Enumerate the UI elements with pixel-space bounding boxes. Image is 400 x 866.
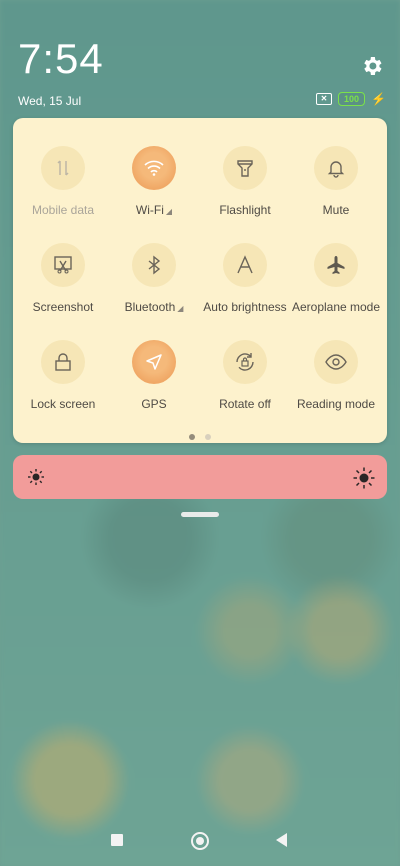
page-indicator xyxy=(189,434,211,440)
tile-label: Screenshot xyxy=(32,300,94,314)
settings-gear-icon[interactable] xyxy=(360,54,384,78)
battery-indicator: 100 xyxy=(338,92,366,106)
airplane-icon xyxy=(314,243,358,287)
tile-label: Rotate off xyxy=(219,397,271,411)
tile-label: Flashlight xyxy=(219,203,271,217)
drag-handle[interactable] xyxy=(181,512,219,517)
brightness-slider[interactable] xyxy=(13,455,387,499)
mobile-data-icon xyxy=(41,146,85,190)
tile-label: Aeroplane mode xyxy=(291,300,381,314)
auto-brightness-icon xyxy=(223,243,267,287)
status-indicators: ✕ 100 ⚡ xyxy=(316,92,386,106)
tile-mobile-data[interactable]: Mobile data xyxy=(17,146,109,217)
expand-triangle-icon: ◢ xyxy=(177,304,184,313)
screenshot-icon xyxy=(41,243,85,287)
tile-label: Reading mode xyxy=(296,397,376,411)
page-dot-active[interactable] xyxy=(189,434,195,440)
tile-reading-mode[interactable]: Reading mode xyxy=(290,340,382,411)
lock-icon xyxy=(41,340,85,384)
bluetooth-icon xyxy=(132,243,176,287)
clock[interactable]: 7:54 xyxy=(18,36,104,82)
home-icon[interactable] xyxy=(191,832,209,850)
tile-gps[interactable]: GPS xyxy=(108,340,200,411)
tile-screenshot[interactable]: Screenshot xyxy=(17,243,109,314)
tile-lock-screen[interactable]: Lock screen xyxy=(17,340,109,411)
tile-label: Auto brightness xyxy=(203,300,287,314)
page-dot[interactable] xyxy=(205,434,211,440)
charging-bolt-icon: ⚡ xyxy=(371,92,386,106)
back-icon[interactable] xyxy=(276,833,287,847)
tile-flashlight[interactable]: Flashlight xyxy=(199,146,291,217)
eye-icon xyxy=(314,340,358,384)
quick-settings-panel: Mobile data Wi-Fi ◢ Flashlight Mute Scree… xyxy=(13,118,387,443)
tile-auto-brightness[interactable]: Auto brightness xyxy=(199,243,291,314)
tile-wifi[interactable]: Wi-Fi ◢ xyxy=(108,146,200,217)
status-area: 7:54 Wed, 15 Jul xyxy=(18,36,104,109)
tile-label: Wi-Fi ◢ xyxy=(135,203,173,217)
bell-icon xyxy=(314,146,358,190)
tile-label: Mobile data xyxy=(31,203,95,217)
tile-rotate-off[interactable]: Rotate off xyxy=(199,340,291,411)
tile-mute[interactable]: Mute xyxy=(290,146,382,217)
tile-label: Lock screen xyxy=(30,397,96,411)
tile-label: GPS xyxy=(141,397,167,411)
wifi-icon xyxy=(132,146,176,190)
tile-bluetooth[interactable]: Bluetooth ◢ xyxy=(108,243,200,314)
date[interactable]: Wed, 15 Jul xyxy=(18,94,104,108)
expand-triangle-icon: ◢ xyxy=(165,207,173,216)
location-arrow-icon xyxy=(132,340,176,384)
tile-aeroplane-mode[interactable]: Aeroplane mode xyxy=(290,243,382,314)
rotate-lock-icon xyxy=(223,340,267,384)
navigation-bar xyxy=(0,832,400,852)
brightness-high-icon xyxy=(353,467,375,489)
no-sim-icon: ✕ xyxy=(316,93,333,105)
recents-icon[interactable] xyxy=(111,834,123,846)
tile-label: Bluetooth ◢ xyxy=(124,300,184,314)
flashlight-icon xyxy=(223,146,267,190)
tile-label: Mute xyxy=(322,203,350,217)
brightness-low-icon xyxy=(28,469,44,485)
